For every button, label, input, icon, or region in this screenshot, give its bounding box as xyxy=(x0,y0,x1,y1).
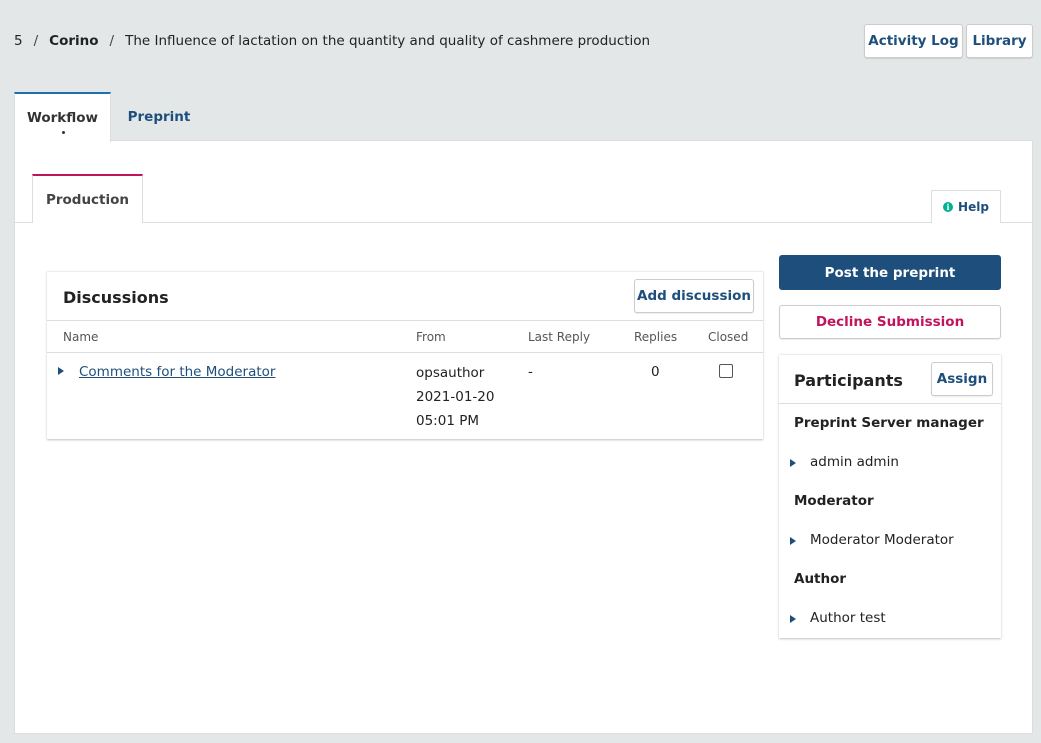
discussion-link[interactable]: Comments for the Moderator xyxy=(79,364,275,380)
column-header-name: Name xyxy=(63,330,99,344)
stage-tab-bar xyxy=(15,141,1032,223)
divider xyxy=(779,403,1001,404)
replies-count: 0 xyxy=(651,364,660,380)
table-row: Comments for the Moderator opsauthor 202… xyxy=(47,354,763,440)
expand-arrow-icon[interactable] xyxy=(790,459,796,467)
decline-submission-button[interactable]: Decline Submission xyxy=(779,305,1001,339)
assign-button[interactable]: Assign xyxy=(931,362,993,396)
from-user: opsauthor xyxy=(416,365,485,381)
participant-item[interactable]: Author test xyxy=(810,610,886,626)
submission-author: Corino xyxy=(49,33,99,49)
info-icon: i xyxy=(943,202,954,212)
from-time: 05:01 PM xyxy=(416,413,479,429)
participant-item[interactable]: Moderator Moderator xyxy=(810,532,954,548)
tab-workflow-label: Workflow xyxy=(26,110,99,126)
expand-arrow-icon[interactable] xyxy=(790,537,796,545)
from-date: 2021-01-20 xyxy=(416,389,495,405)
tab-production-label: Production xyxy=(45,191,130,208)
breadcrumb: 5 / Corino / The Influence of lactation on t… xyxy=(14,33,650,49)
tab-preprint[interactable]: Preprint xyxy=(116,92,202,142)
submission-title: The Influence of lactation on the quanti… xyxy=(125,33,651,49)
discussions-title: Discussions xyxy=(63,288,169,307)
active-dot-icon xyxy=(62,131,65,134)
add-discussion-button[interactable]: Add discussion xyxy=(634,279,754,313)
tab-production[interactable]: Production xyxy=(32,174,143,223)
participants-title: Participants xyxy=(794,371,903,390)
help-button[interactable]: i Help xyxy=(931,190,1001,223)
column-header-from: From xyxy=(416,330,446,344)
discussions-table-header: Name From Last Reply Replies Closed xyxy=(47,320,763,353)
tab-workflow[interactable]: Workflow xyxy=(14,92,111,142)
breadcrumb-separator: / xyxy=(33,33,39,49)
discussions-panel: Discussions Add discussion Name From Las… xyxy=(47,271,763,439)
post-preprint-button[interactable]: Post the preprint xyxy=(779,255,1001,290)
column-header-last-reply: Last Reply xyxy=(528,330,591,344)
help-label: Help xyxy=(958,200,989,214)
role-heading: Author xyxy=(794,571,847,587)
participants-panel: Participants Assign Preprint Server mana… xyxy=(779,354,1001,638)
tab-preprint-label: Preprint xyxy=(127,109,191,125)
participant-item[interactable]: admin admin xyxy=(810,454,899,470)
expand-arrow-icon[interactable] xyxy=(58,367,64,375)
role-heading: Preprint Server manager xyxy=(794,415,984,431)
role-heading: Moderator xyxy=(794,493,874,509)
discussion-from: opsauthor 2021-01-20 05:01 PM xyxy=(416,364,494,433)
column-header-replies: Replies xyxy=(634,330,678,344)
library-button[interactable]: Library xyxy=(966,24,1033,58)
column-header-closed: Closed xyxy=(708,330,749,344)
page-header: 5 / Corino / The Influence of lactation on t… xyxy=(0,0,1041,88)
breadcrumb-separator: / xyxy=(109,33,115,49)
last-reply-value: - xyxy=(528,364,533,380)
submission-id: 5 xyxy=(14,33,23,49)
activity-log-button[interactable]: Activity Log xyxy=(864,24,963,58)
closed-checkbox[interactable] xyxy=(719,364,733,378)
expand-arrow-icon[interactable] xyxy=(790,615,796,623)
workflow-panel: Production i Help Discussions Add discus… xyxy=(14,140,1033,734)
